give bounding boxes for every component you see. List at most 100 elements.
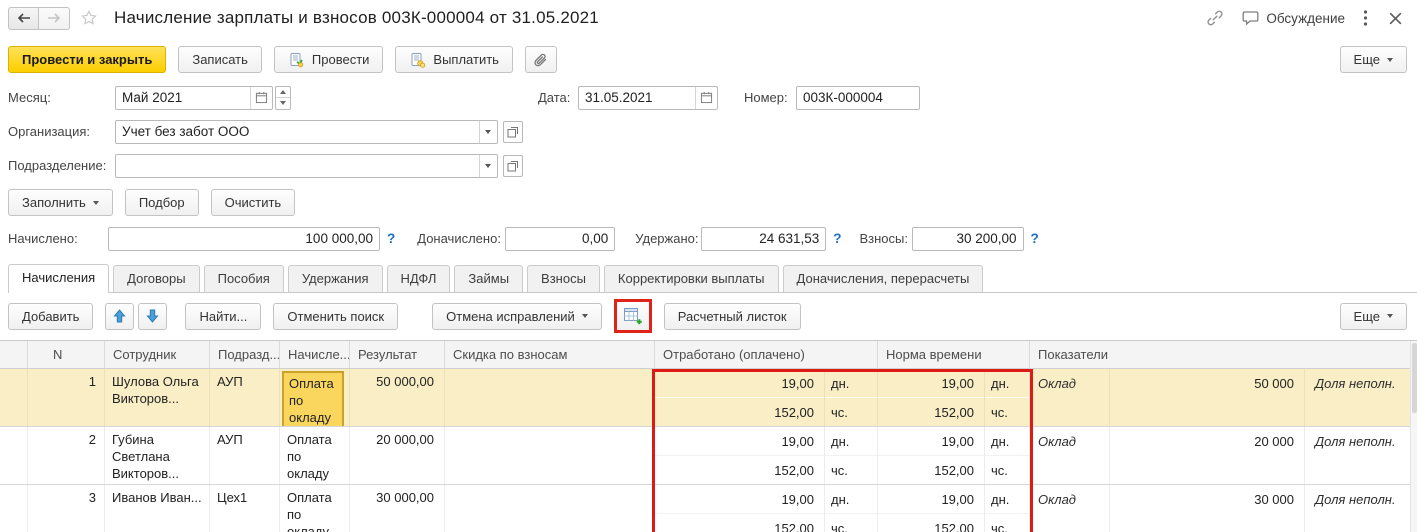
cell-department[interactable]: АУП [210,427,280,484]
cell-norm-unit[interactable]: дн. чс. [985,369,1030,426]
month-field[interactable] [115,86,273,110]
timesheet-input-button[interactable] [617,302,649,330]
withheld-help-link[interactable]: ? [833,231,841,246]
month-input[interactable] [116,88,250,108]
close-icon[interactable] [1386,9,1405,28]
column-header-accrual[interactable]: Начисле... [280,341,350,368]
find-button[interactable]: Найти... [185,303,261,330]
cell-worked-value[interactable]: 19,00 152,00 [655,369,825,426]
department-input[interactable] [116,156,479,176]
cell-worked-unit[interactable]: дн. чс. [825,369,878,426]
table-row[interactable]: 2 Губина Светлана Викторов... АУП Оплата… [0,427,1417,485]
cell-employee[interactable]: Иванов Иван... [105,485,210,532]
cell-norm-unit[interactable]: дн. чс. [985,427,1030,484]
contributions-input[interactable] [913,229,1023,249]
move-down-button[interactable] [138,303,167,330]
add-row-button[interactable]: Добавить [8,303,93,330]
cell-accrual[interactable]: Оплата по окладу [280,369,350,426]
calendar-icon[interactable] [695,87,717,109]
more-dots-icon[interactable] [1361,7,1370,29]
cell-result[interactable]: 20 000,00 [350,427,445,484]
save-button[interactable]: Записать [178,46,262,73]
cell-worked-value[interactable]: 19,00 152,00 [655,427,825,484]
tab-loans[interactable]: Займы [454,265,523,292]
more-button-table[interactable]: Еще [1340,303,1407,330]
accrued-help-link[interactable]: ? [387,231,395,246]
cell-accrual[interactable]: Оплата по окладу [280,485,350,532]
table-row[interactable]: 1 Шулова Ольга Викторов... АУП Оплата по… [0,369,1417,427]
accrued-field[interactable] [108,227,380,251]
favorite-star-icon[interactable] [78,7,100,29]
undo-corrections-button[interactable]: Отмена исправлений [432,303,602,330]
cell-worked-unit[interactable]: дн. чс. [825,485,878,532]
organization-input[interactable] [116,122,479,142]
month-spinner[interactable] [275,86,291,110]
cell-n[interactable]: 2 [28,427,105,484]
tab-contributions[interactable]: Взносы [527,265,600,292]
cell-employee[interactable]: Губина Светлана Викторов... [105,427,210,484]
added-input[interactable] [506,229,614,249]
selected-cell[interactable]: Оплата по окладу [282,371,344,426]
spinner-down-icon[interactable] [276,98,290,109]
contributions-help-link[interactable]: ? [1031,231,1039,246]
organization-field[interactable] [115,120,498,144]
open-organization-button[interactable] [503,121,523,143]
cell-worked-value[interactable]: 19,00 152,00 [655,485,825,532]
cell-n[interactable]: 1 [28,369,105,426]
cell-n[interactable]: 3 [28,485,105,532]
column-header-worked[interactable]: Отработано (оплачено) [655,341,878,368]
cell-indicator-value[interactable]: 30 000 [1110,485,1305,532]
calendar-icon[interactable] [250,87,272,109]
contributions-field[interactable] [912,227,1024,251]
cell-employee[interactable]: Шулова Ольга Викторов... [105,369,210,426]
cell-indicator-name[interactable]: Оклад [1030,485,1110,532]
column-header-norm[interactable]: Норма времени [878,341,1030,368]
number-input[interactable] [797,88,919,108]
table-scrollbar[interactable] [1410,341,1417,532]
column-header-department[interactable]: Подразд... [210,341,280,368]
accrued-input[interactable] [109,229,379,249]
cell-indicator2-name[interactable]: Доля неполн. [1305,369,1417,426]
cell-discount[interactable] [445,369,655,426]
open-department-button[interactable] [503,155,523,177]
tab-deductions[interactable]: Удержания [288,265,383,292]
cell-norm-value[interactable]: 19,00 152,00 [878,485,985,532]
forward-button[interactable] [39,7,70,30]
tab-payment-corrections[interactable]: Корректировки выплаты [604,265,779,292]
cell-result[interactable]: 50 000,00 [350,369,445,426]
chevron-down-icon[interactable] [479,121,498,143]
scrollbar-thumb[interactable] [1412,343,1417,413]
back-button[interactable] [8,7,39,30]
column-header-indicators[interactable]: Показатели [1030,341,1417,368]
chevron-down-icon[interactable] [479,155,498,177]
cell-indicator-name[interactable]: Оклад [1030,427,1110,484]
cell-norm-value[interactable]: 19,00 152,00 [878,427,985,484]
cell-department[interactable]: Цех1 [210,485,280,532]
spinner-up-icon[interactable] [276,87,290,99]
added-field[interactable] [505,227,615,251]
number-field[interactable] [796,86,920,110]
pay-button[interactable]: Выплатить [395,46,513,73]
cell-indicator2-name[interactable]: Доля неполн. [1305,485,1417,532]
cell-result[interactable]: 30 000,00 [350,485,445,532]
cell-worked-unit[interactable]: дн. чс. [825,427,878,484]
cell-accrual[interactable]: Оплата по окладу [280,427,350,484]
withheld-field[interactable] [701,227,826,251]
withheld-input[interactable] [702,229,825,249]
link-icon[interactable] [1204,7,1226,29]
date-input[interactable] [579,88,695,108]
column-header-result[interactable]: Результат [350,341,445,368]
cell-indicator-name[interactable]: Оклад [1030,369,1110,426]
cancel-search-button[interactable]: Отменить поиск [273,303,398,330]
department-field[interactable] [115,154,498,178]
table-row[interactable]: 3 Иванов Иван... Цех1 Оплата по окладу 3… [0,485,1417,532]
column-header-employee[interactable]: Сотрудник [105,341,210,368]
cell-indicator-value[interactable]: 50 000 [1110,369,1305,426]
more-button-top[interactable]: Еще [1340,46,1407,73]
cell-norm-value[interactable]: 19,00 152,00 [878,369,985,426]
cell-indicator-value[interactable]: 20 000 [1110,427,1305,484]
post-and-close-button[interactable]: Провести и закрыть [8,46,166,73]
cell-indicator2-name[interactable]: Доля неполн. [1305,427,1417,484]
cell-norm-unit[interactable]: дн. чс. [985,485,1030,532]
post-button[interactable]: Провести [274,46,384,73]
